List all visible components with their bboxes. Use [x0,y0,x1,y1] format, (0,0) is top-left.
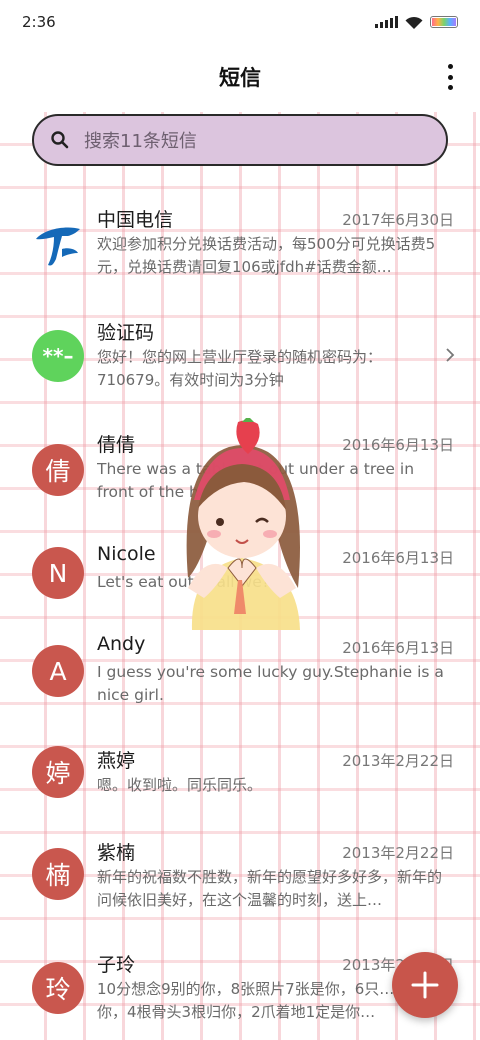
message-preview: There was a table set out under a tree i… [97,460,415,501]
china-telecom-logo [36,227,80,266]
message-item[interactable]: A Andy 2016年6月13日 I guess you're some lu… [0,633,480,745]
wifi-icon [405,16,423,29]
app-header: 短信 [0,44,480,112]
message-item[interactable]: 中国电信 2017年6月30日 欢迎参加积分兑换话费活动，每500分可兑换话费5… [0,205,480,317]
message-preview: I guess you're some lucky guy.Stephanie … [97,663,444,704]
avatar-text: 玲 [45,975,71,1004]
search-icon [51,131,69,149]
sender-name: 中国电信 [97,209,174,231]
message-date: 2016年6月13日 [342,549,454,567]
message-date: 2016年6月13日 [342,639,454,657]
sender-name: 倩倩 [97,434,136,456]
message-item[interactable]: **– 验证码 您好！您的网上营业厅登录的随机密码为：710679。有效时间为3… [0,318,480,430]
avatar-text: A [49,656,67,686]
more-options-icon[interactable] [446,64,454,90]
plus-icon [411,971,439,999]
message-date: 2016年6月13日 [342,436,454,454]
message-date: 2013年2月22日 [342,752,454,770]
message-preview: 欢迎参加积分兑换话费活动，每500分可兑换话费5元，兑换话费请回复106或jfd… [97,235,436,276]
avatar: A [32,645,84,697]
avatar-text: 婷 [45,759,71,788]
avatar [32,217,84,269]
sender-name: 紫楠 [97,842,136,864]
search-placeholder: 搜索11条短信 [84,131,197,152]
chevron-right-icon[interactable] [444,347,456,363]
avatar: N [32,547,84,599]
avatar-text: 楠 [45,861,71,890]
avatar: 玲 [32,962,84,1014]
message-date: 2017年6月30日 [342,211,454,229]
compose-button[interactable] [392,952,458,1018]
avatar: **– [32,330,84,382]
sender-name: 验证码 [97,322,155,344]
avatar: 婷 [32,746,84,798]
sender-name: Nicole [97,543,156,565]
message-preview: 您好！您的网上营业厅登录的随机密码为：710679。有效时间为3分钟 [97,348,383,389]
status-icons [375,16,458,29]
avatar-text: **– [42,344,74,368]
signal-icon [375,16,398,28]
avatar-text: N [48,558,68,588]
sender-name: 子玲 [97,954,136,976]
message-preview: Let's eat out,shall we? [97,573,270,591]
avatar: 倩 [32,444,84,496]
message-date: 2013年2月22日 [342,844,454,862]
message-preview: 嗯。收到啦。同乐同乐。 [97,776,263,794]
page-title: 短信 [219,66,261,90]
sender-name: 燕婷 [97,750,136,772]
search-bar[interactable]: 搜索11条短信 [32,114,448,166]
avatar-text: 倩 [45,457,71,486]
sender-name: Andy [97,633,146,655]
message-item[interactable]: 倩 倩倩 2016年6月13日 There was a table set ou… [0,430,480,542]
avatar: 楠 [32,848,84,900]
status-bar: 2:36 [0,0,480,44]
battery-icon [430,16,458,28]
message-item[interactable]: 楠 紫楠 2013年2月22日 新年的祝福数不胜数，新年的愿望好多好多，新年的问… [0,838,480,950]
status-time: 2:36 [22,13,56,31]
message-preview: 新年的祝福数不胜数，新年的愿望好多好多，新年的问候依旧美好，在这个温馨的时刻，送… [97,868,443,909]
